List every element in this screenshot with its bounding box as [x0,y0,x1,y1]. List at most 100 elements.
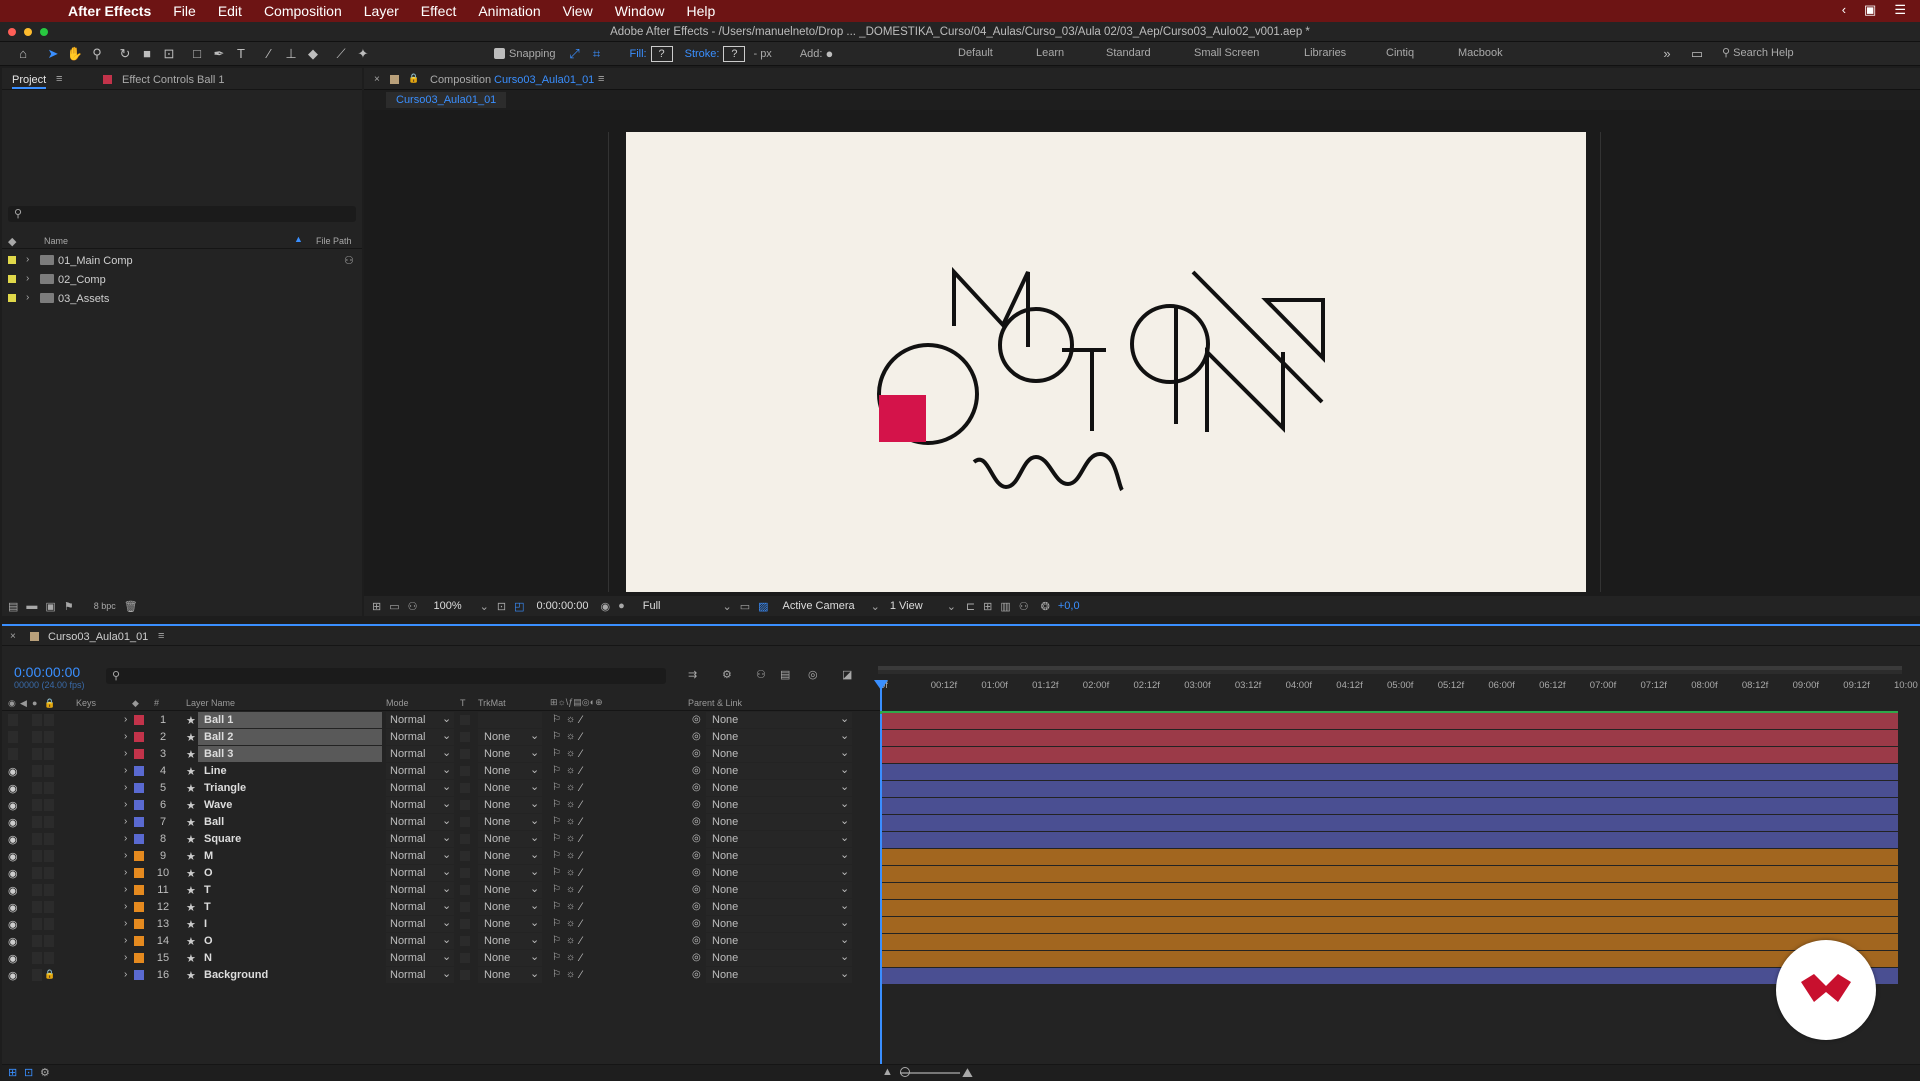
timeline-tab[interactable]: Curso03_Aula01_01 [48,631,148,643]
layer-search-input[interactable]: ⚲ [106,668,666,684]
collapse-switch-icon[interactable]: ☼ [566,952,575,963]
workspace-standard[interactable]: Standard [1106,47,1151,59]
project-search-input[interactable]: ⚲ [8,206,356,222]
clone-stamp-tool-icon[interactable]: ⊥ [280,44,302,64]
mode-dropdown[interactable]: Normal ⌄ [386,899,454,915]
trkmat-dropdown[interactable]: None ⌄ [478,797,542,813]
collapse-switch-icon[interactable]: ☼ [566,782,575,793]
layer-row[interactable]: ◉ › 4 ★ Line Normal ⌄ None ⌄ ⚐ ☼ ⁄ ◎ None ⌄ [2,763,882,780]
quality-switch-icon[interactable]: ⁄ [580,816,582,828]
snapping-checkbox[interactable] [494,48,505,59]
layer-name-cell[interactable]: N [198,950,382,966]
pickwhip-icon[interactable]: ◎ [692,782,701,793]
composition-viewer[interactable] [626,132,1586,592]
chevron-right-icon[interactable]: › [124,952,127,963]
trkmat-dropdown[interactable]: None ⌄ [478,933,542,949]
lock-toggle[interactable] [44,765,54,777]
layer-duration-bar[interactable] [882,968,1898,984]
mode-dropdown[interactable]: Normal ⌄ [386,763,454,779]
video-toggle[interactable] [8,714,18,726]
trkmat-dropdown[interactable]: None ⌄ [478,865,542,881]
layer-name-cell[interactable]: I [198,916,382,932]
toggle-in-out-icon[interactable]: ⚙ [40,1066,50,1079]
eye-icon[interactable]: ◉ [8,799,18,812]
viewer-timecode[interactable]: 0:00:00:00 [536,600,588,612]
draft-3d-icon[interactable]: ⚙ [722,668,732,681]
chevron-right-icon[interactable]: › [124,748,127,759]
layer-name-cell[interactable]: T [198,882,382,898]
preserve-transparency-toggle[interactable] [460,902,470,912]
interpret-footage-icon[interactable]: ▤ [8,600,18,613]
quality-switch-icon[interactable]: ⁄ [580,952,582,964]
eye-icon[interactable]: ◉ [8,901,18,914]
chevron-right-icon[interactable]: › [124,867,127,878]
pickwhip-icon[interactable]: ◎ [692,714,701,725]
shy-switch-icon[interactable]: ⚐ [552,833,561,844]
type-tool-icon[interactable]: T [230,44,252,64]
menu-window[interactable]: Window [615,3,665,19]
shy-switch-icon[interactable]: ⚐ [552,901,561,912]
quality-switch-icon[interactable]: ⁄ [580,765,582,777]
eye-icon[interactable]: ◉ [8,918,18,931]
trkmat-dropdown[interactable]: None ⌄ [478,967,542,983]
mode-dropdown[interactable]: Normal ⌄ [386,746,454,762]
solo-toggle[interactable] [32,816,42,828]
shy-switch-icon[interactable]: ⚐ [552,952,561,963]
mode-dropdown[interactable]: Normal ⌄ [386,814,454,830]
switches-icon[interactable]: ⊞☼\ƒ▤◎◐⊕ [550,697,603,708]
preserve-transparency-toggle[interactable] [460,919,470,929]
menu-effect[interactable]: Effect [421,3,457,19]
pickwhip-icon[interactable]: ◎ [692,867,701,878]
column-t[interactable]: T [460,698,466,708]
parent-dropdown[interactable]: None ⌄ [706,746,852,762]
pickwhip-icon[interactable]: ◎ [692,765,701,776]
shy-switch-icon[interactable]: ⚐ [552,969,561,980]
close-window-button[interactable] [8,28,16,36]
rotate-tool-icon[interactable]: ↻ [114,44,136,64]
mode-dropdown[interactable]: Normal ⌄ [386,797,454,813]
layer-row[interactable]: ◉ › 8 ★ Square Normal ⌄ None ⌄ ⚐ ☼ ⁄ ◎ None ⌄ [2,831,882,848]
tab-project[interactable]: Project [12,74,47,89]
shy-switch-icon[interactable]: ⚐ [552,731,561,742]
sort-ascending-icon[interactable]: ▲ [294,234,303,244]
parent-dropdown[interactable]: None ⌄ [706,780,852,796]
layer-name-cell[interactable]: Ball 2 [198,729,382,745]
reset-exposure-icon[interactable]: ❂ [1041,600,1050,613]
workspace-small-screen[interactable]: Small Screen [1194,47,1259,59]
video-toggle[interactable] [8,731,18,743]
shy-switch-icon[interactable]: ⚐ [552,816,561,827]
layer-row[interactable]: ◉ › 15 ★ N Normal ⌄ None ⌄ ⚐ ☼ ⁄ ◎ None ⌄ [2,950,882,967]
solo-toggle[interactable] [32,884,42,896]
lock-toggle[interactable] [44,867,54,879]
menu-edit[interactable]: Edit [218,3,242,19]
chevron-right-icon[interactable]: › [26,292,29,303]
trkmat-dropdown[interactable] [478,712,542,728]
roto-brush-tool-icon[interactable]: ⟋ [330,44,352,64]
parent-dropdown[interactable]: None ⌄ [706,882,852,898]
parent-dropdown[interactable]: None ⌄ [706,950,852,966]
column-trkmat[interactable]: TrkMat [478,698,506,708]
preserve-transparency-toggle[interactable] [460,868,470,878]
chevron-left-icon[interactable]: ‹ [1842,2,1846,18]
snapping-toggle[interactable]: Snapping [494,48,556,60]
chevron-right-icon[interactable]: › [124,969,127,980]
layer-row[interactable]: ◉ › 13 ★ I Normal ⌄ None ⌄ ⚐ ☼ ⁄ ◎ None ⌄ [2,916,882,933]
always-preview-icon[interactable]: ⊞ [372,600,381,613]
trkmat-dropdown[interactable]: None ⌄ [478,882,542,898]
menu-help[interactable]: Help [687,3,716,19]
parent-dropdown[interactable]: None ⌄ [706,933,852,949]
label-color-swatch[interactable] [134,783,144,793]
pan-behind-tool-icon[interactable]: ⊡ [158,44,180,64]
chevron-right-icon[interactable]: › [124,833,127,844]
layer-row[interactable]: ◉ 🔒 › 16 ★ Background Normal ⌄ None ⌄ ⚐ ☼ ⁄ ◎ None ⌄ [2,967,882,984]
workspace-default[interactable]: Default [958,47,993,59]
solo-toggle[interactable] [32,714,42,726]
quality-switch-icon[interactable]: ⁄ [580,731,582,743]
solo-toggle[interactable] [32,748,42,760]
layer-name-cell[interactable]: T [198,899,382,915]
chevron-down-icon[interactable]: ⌄ [480,600,489,613]
pickwhip-icon[interactable]: ◎ [692,816,701,827]
column-number[interactable]: # [154,698,159,708]
trash-icon[interactable]: 🗑 [124,600,138,613]
label-color-swatch[interactable] [134,970,144,980]
